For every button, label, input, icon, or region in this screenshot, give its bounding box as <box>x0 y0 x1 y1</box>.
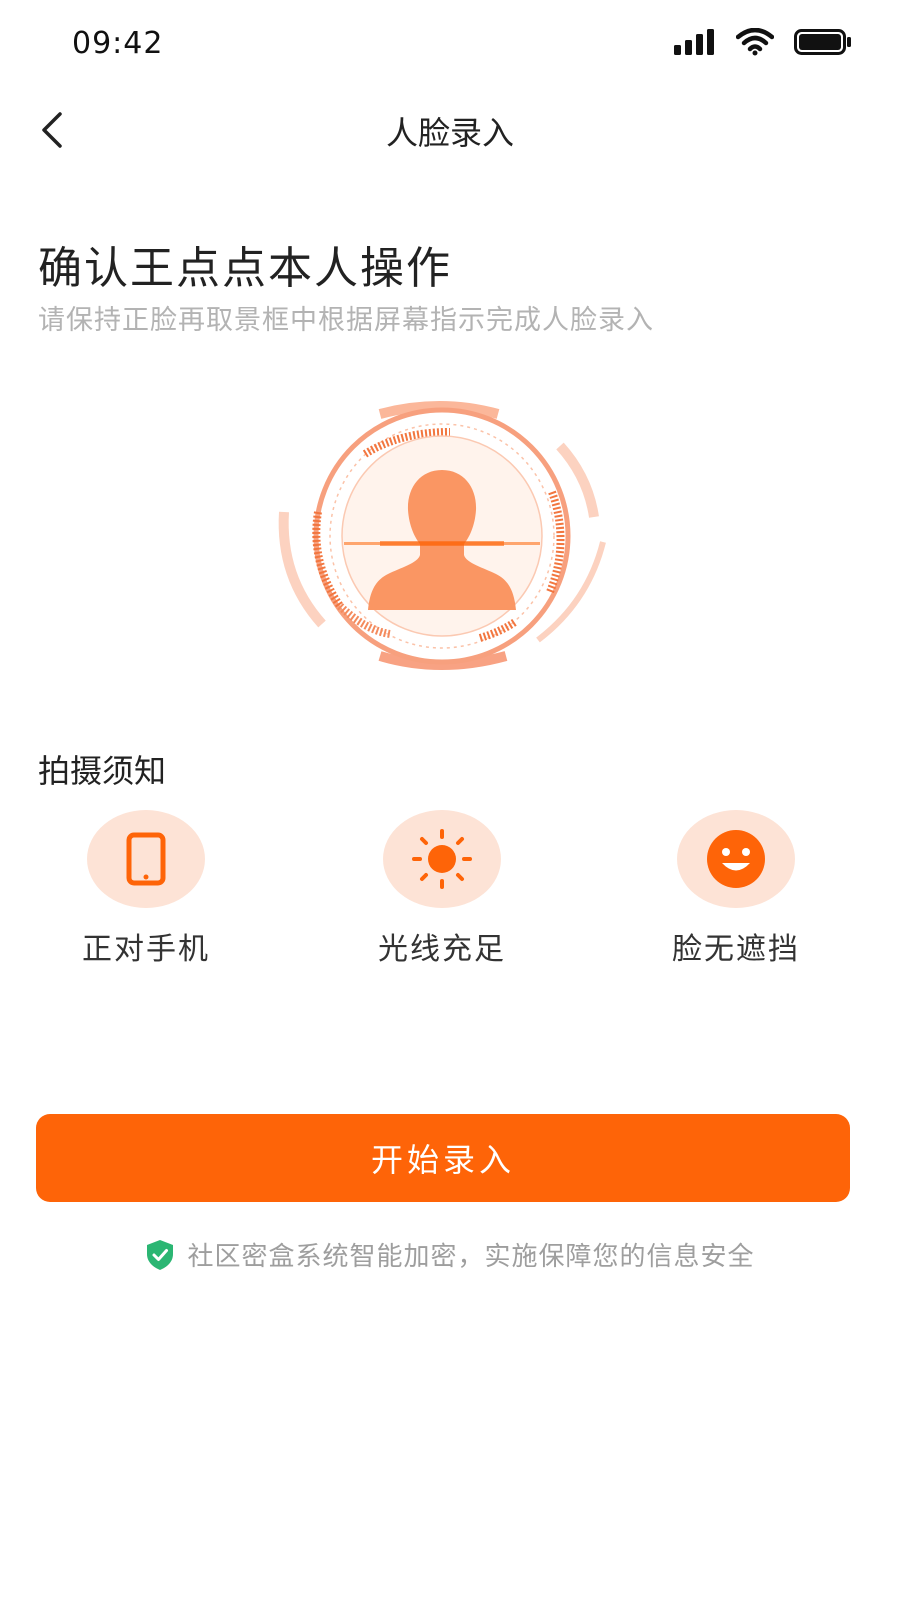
security-note: 社区密盒系统智能加密，实施保障您的信息安全 <box>0 1236 900 1273</box>
face-scan-frame-icon <box>278 401 606 670</box>
battery-icon <box>794 29 851 55</box>
tip-label: 光线充足 <box>378 932 506 967</box>
shield-check-icon <box>147 1239 174 1270</box>
nav-bar: 人脸录入 <box>0 92 900 168</box>
tip-icon-circle <box>383 810 501 908</box>
sun-icon <box>412 829 472 889</box>
wifi-icon <box>736 28 774 56</box>
status-bar: 09:42 <box>0 0 900 88</box>
tip-face-uncovered: 脸无遮挡 <box>636 810 836 968</box>
security-text: 社区密盒系统智能加密，实施保障您的信息安全 <box>187 1242 755 1272</box>
status-time: 09:42 <box>72 26 164 61</box>
instruction-subtitle: 请保持正脸再取景框中根据屏幕指示完成人脸录入 <box>38 305 654 336</box>
notice-title: 拍摄须知 <box>38 752 167 790</box>
status-icons <box>674 28 852 56</box>
tip-icon-circle <box>87 810 205 908</box>
confirm-heading: 确认王点点本人操作 <box>38 243 452 294</box>
tip-icon-circle <box>677 810 795 908</box>
tip-label: 脸无遮挡 <box>672 932 800 967</box>
start-recording-button[interactable]: 开始录入 <box>36 1114 850 1202</box>
tips-row: 正对手机 光线充足 脸无遮挡 <box>0 810 900 980</box>
page-title: 人脸录入 <box>385 114 514 152</box>
tip-face-phone: 正对手机 <box>46 810 246 968</box>
signal-icon <box>674 29 714 55</box>
smile-icon <box>707 830 765 888</box>
phone-icon <box>126 832 166 886</box>
face-scan-graphic <box>270 392 620 682</box>
tip-good-light: 光线充足 <box>342 810 542 968</box>
tip-label: 正对手机 <box>82 932 210 967</box>
